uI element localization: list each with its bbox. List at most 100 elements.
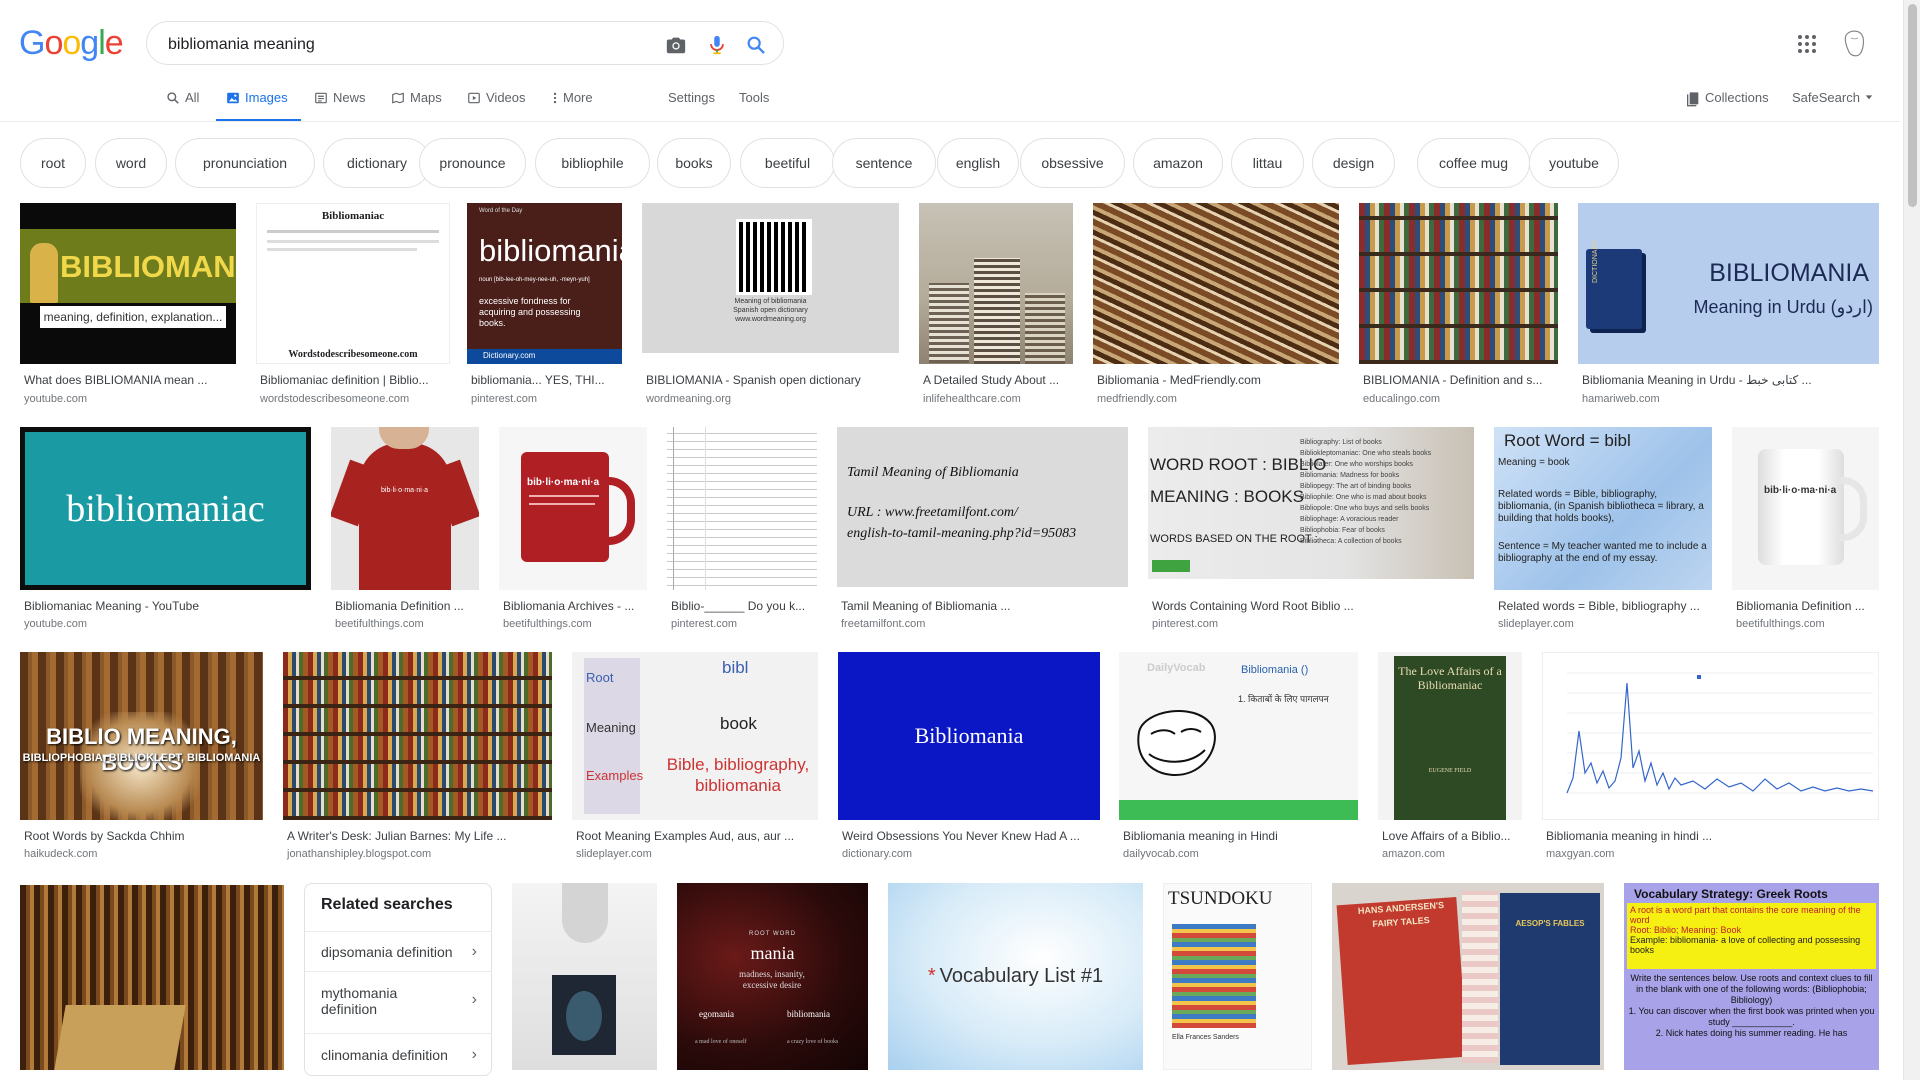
- result-thumbnail[interactable]: [1093, 203, 1339, 364]
- search-input[interactable]: [166, 32, 650, 58]
- chip[interactable]: dictionary: [323, 138, 431, 188]
- search-icon[interactable]: [745, 34, 767, 56]
- result-title[interactable]: Biblio-______ Do you k...: [671, 599, 817, 613]
- page-scrollbar[interactable]: [1903, 0, 1920, 1080]
- result-thumbnail[interactable]: ROOT WORD mania madness, insanity, exces…: [677, 883, 868, 1070]
- result-source[interactable]: beetifulthings.com: [503, 618, 592, 630]
- result-source[interactable]: wordmeaning.org: [646, 393, 731, 405]
- chip[interactable]: books: [657, 138, 731, 188]
- chip[interactable]: beetiful: [740, 138, 835, 188]
- result-source[interactable]: inlifehealthcare.com: [923, 393, 1021, 405]
- related-search-item[interactable]: dipsomania definition ›: [305, 931, 491, 971]
- result-title[interactable]: A Detailed Study About ...: [923, 373, 1073, 387]
- tab-news[interactable]: News: [314, 90, 366, 122]
- result-thumbnail[interactable]: Root Word = bibl Meaning = book Related …: [1494, 427, 1712, 590]
- result-thumbnail[interactable]: * Vocabulary List #1: [888, 883, 1143, 1070]
- result-title[interactable]: Bibliomania meaning in Hindi: [1123, 829, 1358, 843]
- result-source[interactable]: pinterest.com: [471, 393, 537, 405]
- result-thumbnail[interactable]: The Love Affairs of a Bibliomaniac EUGEN…: [1378, 652, 1522, 820]
- result-thumbnail[interactable]: [20, 885, 284, 1070]
- result-source[interactable]: pinterest.com: [1152, 618, 1218, 630]
- account-avatar[interactable]: [1837, 26, 1871, 60]
- chip[interactable]: pronunciation: [175, 138, 315, 188]
- result-source[interactable]: youtube.com: [24, 618, 87, 630]
- google-logo[interactable]: Google: [19, 24, 124, 63]
- collections-link[interactable]: Collections: [1686, 90, 1769, 122]
- result-source[interactable]: freetamilfont.com: [841, 618, 925, 630]
- result-thumbnail[interactable]: BIBLIO MEANING, BOOKS BIBLIOPHOBIA, BIBL…: [20, 652, 263, 820]
- result-thumbnail[interactable]: HANS ANDERSEN'S FAIRY TALES AESOP'S FABL…: [1332, 883, 1604, 1070]
- result-source[interactable]: slideplayer.com: [576, 848, 652, 860]
- result-thumbnail[interactable]: DICTIONARY BIBLIOMANIA Meaning in Urdu (…: [1578, 203, 1879, 364]
- result-source[interactable]: pinterest.com: [671, 618, 737, 630]
- chip[interactable]: word: [95, 138, 167, 188]
- microphone-icon[interactable]: [706, 34, 728, 56]
- result-title[interactable]: Bibliomania Definition ...: [1736, 599, 1879, 613]
- result-source[interactable]: hamariweb.com: [1582, 393, 1660, 405]
- result-thumbnail[interactable]: [667, 427, 817, 590]
- tab-more[interactable]: More: [552, 90, 593, 122]
- result-title[interactable]: Words Containing Word Root Biblio ...: [1152, 599, 1472, 613]
- result-thumbnail[interactable]: Meaning of bibliomania Spanish open dict…: [642, 203, 899, 353]
- result-thumbnail[interactable]: Vocabulary Strategy: Greek Roots A root …: [1624, 883, 1879, 1070]
- result-title[interactable]: Bibliomaniac Meaning - YouTube: [24, 599, 309, 613]
- chip[interactable]: amazon: [1133, 138, 1223, 188]
- result-source[interactable]: maxgyan.com: [1546, 848, 1614, 860]
- result-title[interactable]: BIBLIOMANIA - Definition and s...: [1363, 373, 1558, 387]
- apps-grid-icon[interactable]: [1795, 32, 1819, 56]
- result-source[interactable]: haikudeck.com: [24, 848, 97, 860]
- result-thumbnail[interactable]: Bibliomaniac Wordstodescribesomeone.com: [256, 203, 450, 364]
- result-source[interactable]: slideplayer.com: [1498, 618, 1574, 630]
- result-title[interactable]: Bibliomania meaning in hindi ...: [1546, 829, 1876, 843]
- result-thumbnail[interactable]: Tamil Meaning of Bibliomania URL : www.f…: [837, 427, 1128, 587]
- result-thumbnail[interactable]: WORD ROOT : BIBLIO MEANING : BOOKS WORDS…: [1148, 427, 1474, 579]
- result-source[interactable]: wordstodescribesomeone.com: [260, 393, 409, 405]
- result-source[interactable]: amazon.com: [1382, 848, 1445, 860]
- result-title[interactable]: What does BIBLIOMANIA mean ...: [24, 373, 234, 387]
- result-title[interactable]: Bibliomaniac definition | Biblio...: [260, 373, 450, 387]
- result-title[interactable]: Bibliomania - MedFriendly.com: [1097, 373, 1337, 387]
- chip[interactable]: sentence: [832, 138, 936, 188]
- result-title[interactable]: Root Words by Sackda Chhim: [24, 829, 264, 843]
- result-thumbnail[interactable]: [283, 652, 552, 820]
- tab-tools[interactable]: Tools: [739, 90, 769, 122]
- tab-settings[interactable]: Settings: [668, 90, 715, 122]
- result-thumbnail[interactable]: [512, 883, 657, 1070]
- result-thumbnail[interactable]: bib·li·o·ma·ni·a: [331, 427, 479, 590]
- result-source[interactable]: jonathanshipley.blogspot.com: [287, 848, 431, 860]
- result-source[interactable]: beetifulthings.com: [1736, 618, 1825, 630]
- tab-images[interactable]: Images: [216, 90, 301, 122]
- result-source[interactable]: youtube.com: [24, 393, 87, 405]
- camera-icon[interactable]: [665, 34, 687, 56]
- result-thumbnail[interactable]: [1359, 203, 1558, 364]
- result-thumbnail[interactable]: Root Meaning Examples bibl book Bible, b…: [572, 652, 818, 820]
- result-title[interactable]: Bibliomania Archives - ...: [503, 599, 647, 613]
- chip[interactable]: root: [20, 138, 86, 188]
- result-source[interactable]: medfriendly.com: [1097, 393, 1177, 405]
- tab-videos[interactable]: Videos: [467, 90, 526, 122]
- result-source[interactable]: educalingo.com: [1363, 393, 1440, 405]
- related-search-item[interactable]: mythomania definition ›: [305, 971, 491, 1033]
- result-title[interactable]: A Writer's Desk: Julian Barnes: My Life …: [287, 829, 552, 843]
- result-title[interactable]: Related words = Bible, bibliography ...: [1498, 599, 1712, 613]
- result-title[interactable]: Love Affairs of a Biblio...: [1382, 829, 1522, 843]
- chip[interactable]: littau: [1231, 138, 1304, 188]
- result-thumbnail[interactable]: [919, 203, 1073, 364]
- result-thumbnail[interactable]: Bibliomania: [838, 652, 1100, 820]
- result-title[interactable]: BIBLIOMANIA - Spanish open dictionary: [646, 373, 896, 387]
- result-source[interactable]: dictionary.com: [842, 848, 912, 860]
- safesearch-dropdown[interactable]: SafeSearch: [1792, 90, 1873, 122]
- result-thumbnail[interactable]: TSUNDOKU Ella Frances Sanders: [1163, 883, 1312, 1070]
- result-thumbnail[interactable]: DailyVocab Bibliomania () 1. किताबों के …: [1119, 652, 1358, 820]
- related-search-item[interactable]: clinomania definition ›: [305, 1033, 491, 1075]
- chip[interactable]: bibliophile: [535, 138, 650, 188]
- chip[interactable]: english: [937, 138, 1019, 188]
- result-thumbnail[interactable]: BIBLIOMANIA meaning, definition, explana…: [20, 203, 236, 364]
- result-thumbnail[interactable]: [1542, 652, 1879, 820]
- tab-all[interactable]: All: [166, 90, 199, 122]
- chip[interactable]: pronounce: [419, 138, 526, 188]
- scrollbar-thumb[interactable]: [1908, 4, 1917, 207]
- result-thumbnail[interactable]: bib·li·o·ma·ni·a: [499, 427, 647, 590]
- chip[interactable]: youtube: [1529, 138, 1619, 188]
- result-source[interactable]: dailyvocab.com: [1123, 848, 1199, 860]
